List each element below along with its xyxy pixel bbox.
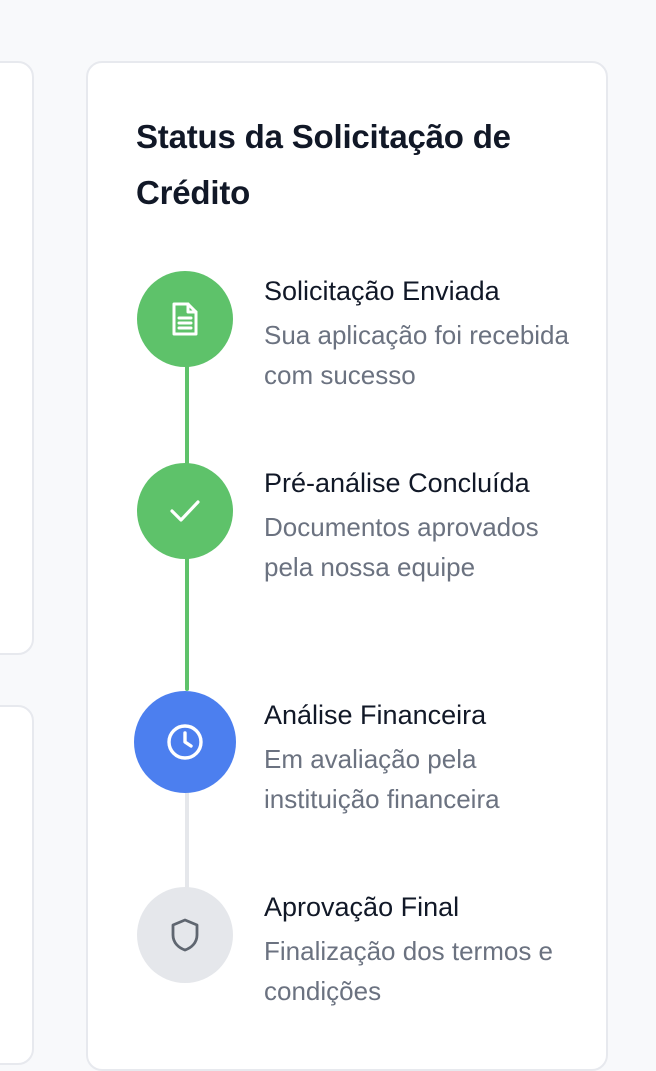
document-icon [137,271,233,367]
status-timeline: Solicitação Enviada Sua aplicação foi re… [88,63,606,1069]
timeline-connector-1 [185,365,189,465]
step-title: Pré-análise Concluída [264,468,530,498]
timeline-connector-2 [185,557,189,691]
step-title: Solicitação Enviada [264,276,500,306]
step-description: Documentos aprovados pela nossa equipe [264,512,539,582]
step-description: Em avaliação pela instituição financeira [264,744,500,814]
timeline-connector-3 [185,791,189,891]
left-card-top [0,61,34,655]
step-title: Aprovação Final [264,892,460,922]
step-description: Finalização dos termos e condições [264,936,554,1006]
credit-status-card: Status da Solicitação de Crédito Solicit… [86,61,608,1071]
timeline-step-3-text: Análise Financeira Em avaliação pela ins… [264,695,584,819]
step-title: Análise Financeira [264,700,487,730]
check-icon [137,463,233,559]
shield-icon [137,887,233,983]
timeline-step-2-text: Pré-análise Concluída Documentos aprovad… [264,463,584,587]
step-description: Sua aplicação foi recebida com sucesso [264,320,569,390]
left-card-bottom [0,705,34,1065]
timeline-step-4-text: Aprovação Final Finalização dos termos e… [264,887,584,1011]
clock-icon [134,691,236,793]
timeline-step-1-text: Solicitação Enviada Sua aplicação foi re… [264,271,584,395]
